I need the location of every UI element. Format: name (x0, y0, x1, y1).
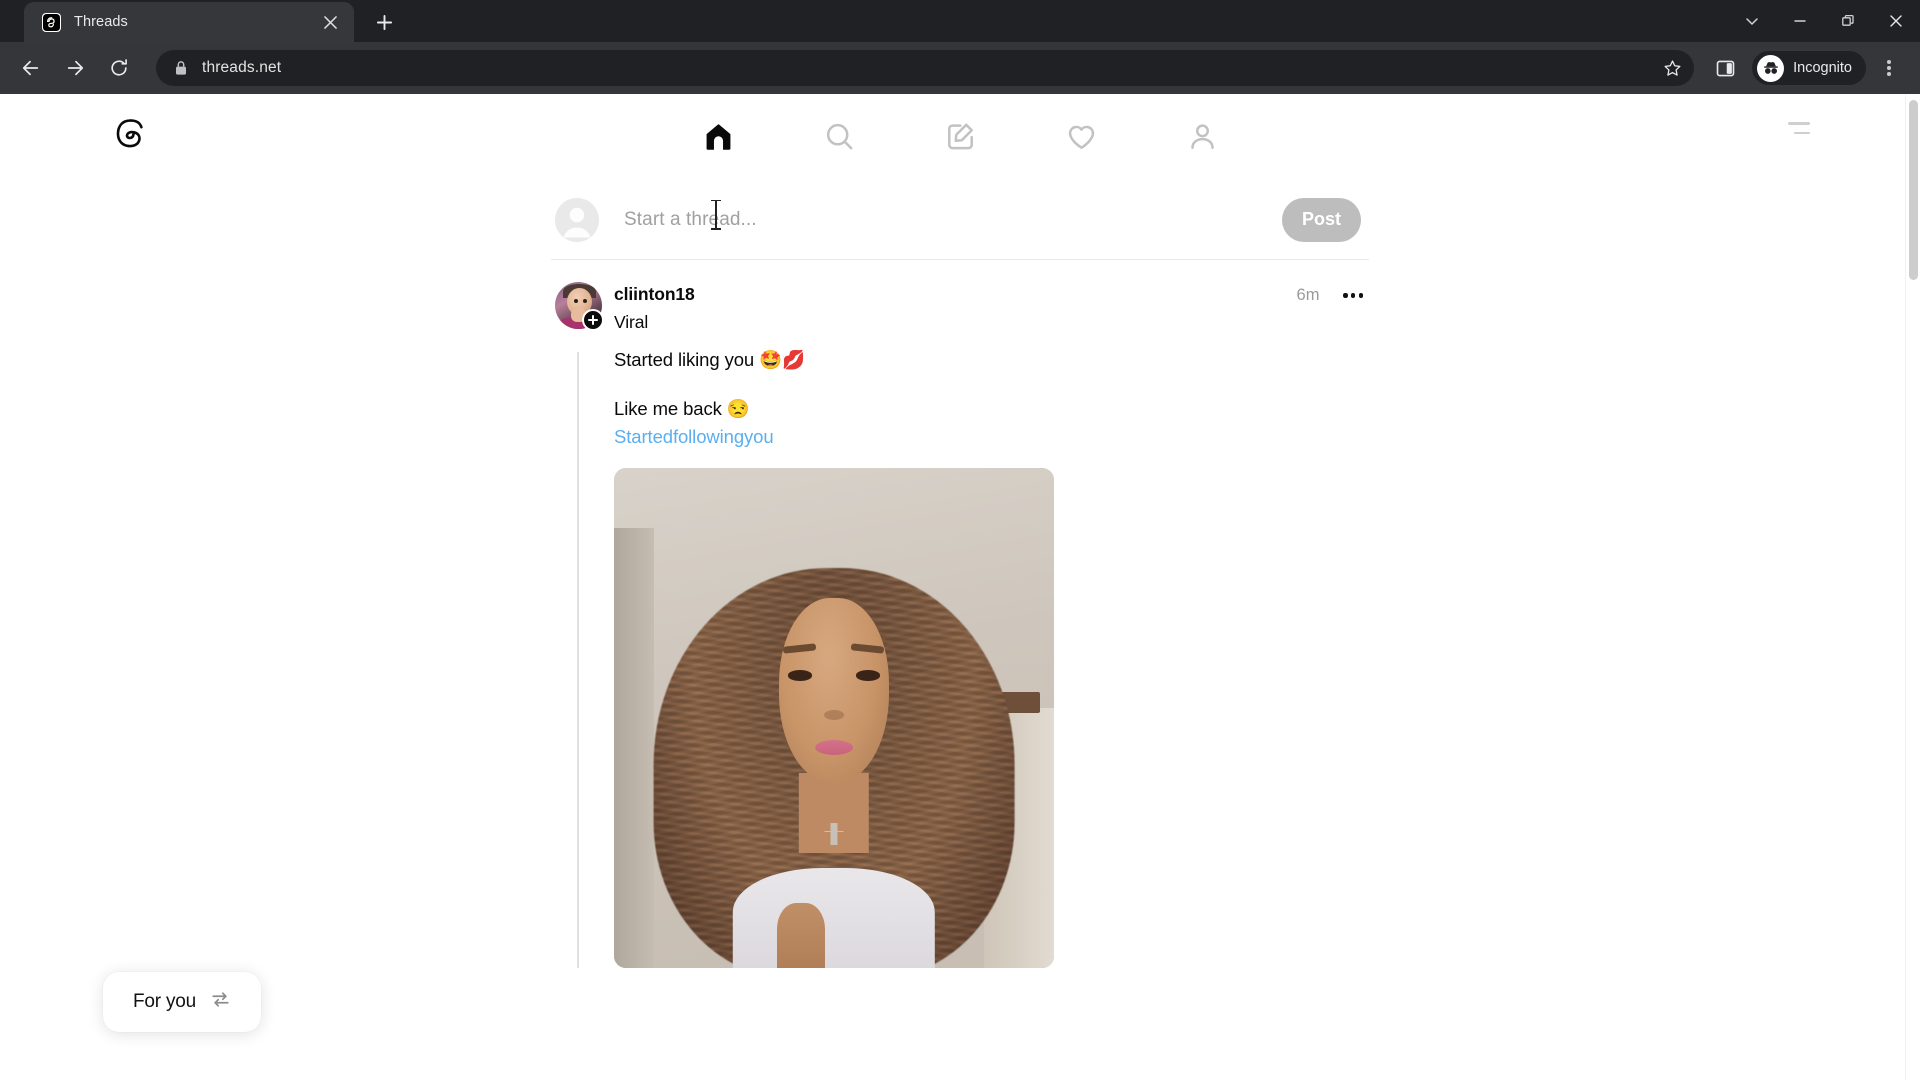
avatar[interactable] (555, 282, 604, 331)
thread-composer[interactable]: Start a thread... Post (551, 180, 1369, 260)
close-icon[interactable] (318, 10, 342, 34)
browser-toolbar: threads.net Incognito (0, 42, 1920, 94)
tab-search-button[interactable] (1728, 0, 1776, 42)
forward-arrow-icon (67, 60, 84, 76)
post-text-line-1: Started liking you 🤩💋 (614, 349, 806, 370)
maximize-button[interactable] (1824, 0, 1872, 42)
tab-title: Threads (74, 14, 128, 30)
profile-chip[interactable]: Incognito (1752, 51, 1866, 85)
minimize-button[interactable] (1776, 0, 1824, 42)
back-arrow-icon (22, 60, 39, 76)
nav-activity[interactable] (1048, 106, 1114, 166)
post-link[interactable]: Startedfollowingyou (614, 426, 1365, 448)
nav-profile[interactable] (1169, 106, 1235, 166)
url-text: threads.net (202, 59, 282, 76)
browser-tab-threads[interactable]: Threads (24, 2, 354, 42)
feed-post: cliinton18 Viral 6m Started liking you 🤩… (551, 260, 1369, 968)
threads-logo-icon[interactable] (108, 110, 152, 167)
composer-placeholder-text: Start a thread... (624, 208, 757, 230)
hamburger-menu-icon[interactable] (1788, 122, 1810, 135)
chevron-down-icon (1746, 18, 1758, 25)
kebab-menu-icon (1887, 59, 1891, 77)
address-bar[interactable]: threads.net (156, 50, 1695, 86)
page-scrollbar[interactable] (1905, 94, 1920, 1080)
threads-nav (685, 106, 1235, 166)
browser-menu-button[interactable] (1872, 51, 1906, 85)
side-panel-icon (1716, 60, 1734, 76)
reload-icon (111, 59, 127, 76)
person-icon (1190, 123, 1214, 149)
star-icon[interactable] (1658, 54, 1686, 82)
nav-search[interactable] (806, 106, 872, 166)
home-icon (706, 123, 730, 150)
post-text-line-2: Like me back 😒 (614, 397, 750, 419)
post-button[interactable]: Post (1282, 197, 1361, 242)
nav-home[interactable] (685, 106, 751, 166)
new-tab-button[interactable] (368, 6, 400, 38)
post-timestamp: 6m (1296, 286, 1320, 304)
window-controls (1728, 0, 1920, 42)
plus-icon (376, 14, 392, 30)
profile-label: Incognito (1793, 60, 1852, 76)
forward-button[interactable] (58, 51, 92, 85)
post-author-block: cliinton18 Viral (614, 282, 1297, 333)
text-cursor (711, 199, 720, 230)
feed-switcher-button[interactable]: For you (103, 972, 262, 1032)
lock-icon (174, 60, 188, 76)
threads-logo-icon (42, 12, 61, 32)
post-photo[interactable] (614, 467, 1054, 968)
heart-icon (1068, 125, 1094, 149)
reload-button[interactable] (102, 51, 136, 85)
composer-placeholder[interactable]: Start a thread... (624, 199, 1282, 231)
minimize-icon (1794, 20, 1806, 22)
scrollbar-thumb[interactable] (1909, 100, 1918, 280)
feed-switcher-label: For you (133, 991, 197, 1012)
default-avatar-icon (555, 197, 599, 242)
compose-icon (947, 123, 973, 149)
threads-header (0, 94, 1920, 180)
nav-create[interactable] (927, 106, 993, 166)
post-header: cliinton18 Viral 6m (555, 282, 1365, 333)
plus-badge-icon[interactable] (582, 309, 604, 331)
post-body: Started liking you 🤩💋 Like me back 😒 Sta… (614, 333, 1365, 968)
restore-icon (1842, 14, 1854, 26)
window-close-icon (1890, 15, 1902, 27)
side-panel-button[interactable] (1708, 51, 1742, 85)
post-username[interactable]: cliinton18 (614, 284, 1297, 305)
search-icon (826, 123, 852, 149)
more-options-icon[interactable] (1341, 287, 1365, 303)
page-viewport: Start a thread... Post cliinton18 Viral … (0, 94, 1920, 1080)
post-secondary-line: Viral (614, 312, 649, 332)
back-button[interactable] (14, 51, 48, 85)
incognito-icon (1757, 54, 1785, 82)
post-meta: 6m (1297, 282, 1365, 305)
browser-window: Threads threads.net Incognito Start a th… (0, 0, 1920, 1080)
feed-column: Start a thread... Post cliinton18 Viral … (551, 180, 1369, 968)
swap-arrows-icon (210, 989, 231, 1015)
thread-connector-line (577, 352, 579, 968)
tab-strip: Threads (0, 0, 1920, 42)
window-close-button[interactable] (1872, 0, 1920, 42)
